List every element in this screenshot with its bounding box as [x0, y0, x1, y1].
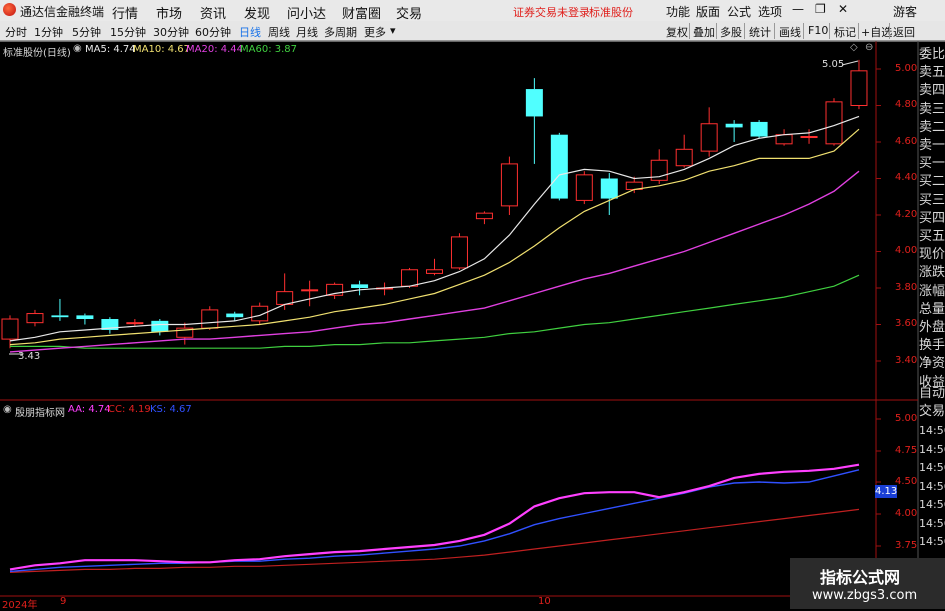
candle-body-up — [126, 322, 144, 325]
ma5-line — [9, 115, 860, 342]
side-label[interactable]: 现价 — [919, 246, 945, 264]
y-tick: 3.80 — [895, 282, 918, 293]
side-label[interactable]: 净资 — [919, 355, 945, 373]
candle-body-down — [550, 134, 568, 199]
side-label[interactable]: 买二 — [919, 173, 945, 191]
y-tick: 4.40 — [895, 172, 918, 183]
candle-body-up — [301, 289, 319, 292]
tick-time: 14:56 — [919, 479, 945, 493]
candle-body-up — [475, 212, 493, 220]
quote-side-panel: 委比 卖五 卖四 卖三 卖二 卖一 买一 买二 买三 买四 买五 现价 涨跌 涨… — [919, 46, 945, 392]
side-label[interactable]: 买四 — [919, 210, 945, 228]
candle-body-up — [401, 269, 419, 287]
candle-body-up — [825, 101, 843, 145]
cc-line — [9, 508, 860, 573]
ind-y-tick: 4.00 — [895, 508, 918, 519]
side-label[interactable]: 总量 — [919, 301, 945, 319]
auto-label[interactable]: 自动 — [919, 385, 945, 403]
auto-trade-panel[interactable]: 自动 交易 — [919, 385, 945, 421]
side-label[interactable]: 卖三 — [919, 101, 945, 119]
side-label[interactable]: 卖五 — [919, 64, 945, 82]
tick-time: 14:56 — [919, 461, 945, 474]
candle-body-down — [725, 123, 743, 128]
ma10-line — [9, 128, 860, 346]
candle-body-up — [700, 123, 718, 152]
high-price-label: 5.05 — [822, 59, 845, 70]
side-label[interactable]: 买一 — [919, 155, 945, 173]
tick-time: 14:56 — [919, 535, 945, 548]
x-month-label: 9 — [60, 596, 67, 607]
ma60-line — [10, 274, 860, 349]
candle-body-up — [450, 236, 468, 269]
trade-label[interactable]: 交易 — [919, 403, 945, 421]
y-tick: 5.00 — [895, 63, 918, 74]
tick-time: 14:56 — [919, 442, 945, 456]
candle-body-down — [351, 284, 369, 288]
candle-body-down — [226, 313, 244, 318]
aa-line — [9, 463, 860, 571]
y-tick: 4.00 — [895, 245, 918, 256]
high-arrow — [841, 60, 859, 66]
y-tick: 3.40 — [895, 355, 918, 366]
candle-body-up — [575, 174, 593, 201]
tick-time: 14:56 — [919, 516, 945, 530]
candle-body-down — [525, 89, 543, 117]
ind-y-tick: 5.00 — [895, 413, 918, 424]
x-month-label: 10 — [538, 596, 551, 607]
watermark-url: www.zbgs3.com — [812, 588, 918, 603]
side-label[interactable]: 买三 — [919, 192, 945, 210]
y-tick: 4.60 — [895, 136, 918, 147]
ks-line — [9, 469, 860, 573]
candle-body-down — [51, 315, 69, 318]
current-value-badge: 4.13 — [875, 485, 898, 498]
side-label[interactable]: 买五 — [919, 228, 945, 246]
side-label[interactable]: 卖一 — [919, 137, 945, 155]
candle-body-up — [425, 269, 443, 274]
side-label[interactable]: 换手 — [919, 337, 945, 355]
low-price-label: 3.43 — [18, 351, 41, 362]
candle-body-up — [26, 313, 44, 324]
kline-chart[interactable] — [0, 0, 945, 609]
watermark-title: 指标公式网 — [820, 568, 901, 587]
y-tick: 3.60 — [895, 318, 918, 329]
candle-body-up — [500, 163, 518, 207]
side-label[interactable]: 委比 — [919, 46, 945, 64]
candle-body-up — [800, 136, 818, 139]
side-label[interactable]: 外盘 — [919, 319, 945, 337]
candle-body-up — [201, 309, 219, 329]
side-label[interactable]: 涨跌 — [919, 264, 945, 282]
tick-time: 14:56 — [919, 498, 945, 511]
candle-body-down — [750, 121, 768, 137]
ind-y-tick: 4.50 — [895, 476, 918, 487]
candle-body-up — [276, 291, 294, 305]
site-watermark: 指标公式网 www.zbgs3.com — [790, 558, 945, 609]
candle-body-down — [76, 315, 94, 320]
candle-body-down — [600, 178, 618, 199]
side-label[interactable]: 涨幅 — [919, 283, 945, 301]
side-label[interactable]: 卖四 — [919, 82, 945, 100]
candle-body-up — [850, 70, 868, 106]
tick-time-list: 14:56 14:56 14:56 14:56 14:56 14:56 14:5… — [919, 422, 945, 552]
candle-body-up — [675, 148, 693, 167]
side-label[interactable]: 卖二 — [919, 119, 945, 137]
y-tick: 4.20 — [895, 209, 918, 220]
candle-body-up — [1, 318, 19, 340]
candle-body-down — [151, 320, 169, 332]
y-tick: 4.80 — [895, 99, 918, 110]
tick-time: 14:56 — [919, 424, 945, 437]
ind-y-tick: 3.75 — [895, 540, 918, 551]
ind-y-tick: 4.75 — [895, 445, 918, 456]
